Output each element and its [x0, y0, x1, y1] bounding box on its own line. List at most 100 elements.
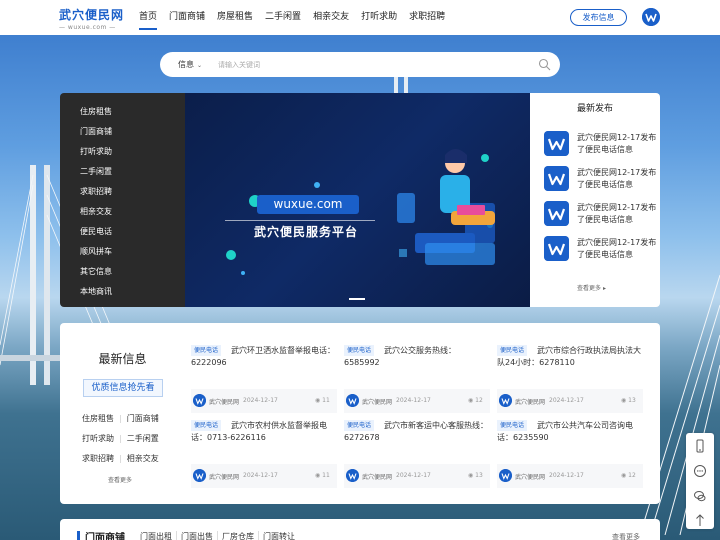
source-avatar-icon	[346, 394, 359, 407]
latest-more-label: 查看更多	[577, 285, 602, 292]
nav-jobs[interactable]: 求职招聘	[403, 0, 451, 35]
category-item[interactable]: 打听求助	[60, 144, 185, 164]
info-card-footer: 武穴便民网 2024-12-17 ◉ 11	[191, 464, 337, 488]
site-logo-icon	[544, 166, 569, 191]
latest-more-link[interactable]: 查看更多 ▸	[577, 283, 606, 292]
eye-icon: ◉	[621, 397, 627, 404]
view-count-value: 12	[628, 472, 636, 479]
banner-divider	[225, 220, 375, 221]
search-category-select[interactable]: 信息 ⌄	[178, 52, 202, 78]
latest-post-item[interactable]: 武穴便民网12-17发布了便民电话信息	[544, 131, 656, 157]
source-avatar-icon	[499, 394, 512, 407]
info-more-link[interactable]: 查看更多	[108, 475, 132, 484]
nav-inquiry[interactable]: 打听求助	[355, 0, 403, 35]
view-count: ◉ 11	[315, 397, 330, 404]
info-card-date: 2024-12-17	[243, 397, 278, 404]
info-link-row: 打听求助 | 二手闲置	[82, 433, 172, 453]
eye-icon: ◉	[315, 472, 321, 479]
category-item[interactable]: 便民电话	[60, 224, 185, 244]
nav-secondhand[interactable]: 二手闲置	[259, 0, 307, 35]
info-card[interactable]: 武穴市公共汽车公司咨询电话：6235590 便民电话 武穴便民网 2024-12…	[497, 420, 643, 493]
section-title: 门面商铺	[85, 533, 125, 540]
main-nav: 首页 门面商铺 房屋租售 二手闲置 相亲交友 打听求助 求职招聘	[133, 0, 451, 35]
view-count: ◉ 13	[468, 472, 483, 479]
category-item[interactable]: 住房租售	[60, 104, 185, 124]
section-tabs: 门面出租 门面出售 厂房仓库 门面转让	[136, 531, 299, 540]
nav-shops[interactable]: 门面商铺	[163, 0, 211, 35]
view-count: ◉ 12	[621, 472, 636, 479]
section-tab[interactable]: 厂房仓库	[217, 531, 258, 540]
view-count-value: 11	[322, 397, 330, 404]
source-avatar-icon	[193, 469, 206, 482]
view-count-value: 11	[322, 472, 330, 479]
chat-icon[interactable]	[693, 464, 707, 478]
info-link[interactable]: 求职招聘	[82, 453, 114, 465]
info-card-footer: 武穴便民网 2024-12-17 ◉ 12	[497, 464, 643, 488]
chevron-down-icon: ⌄	[197, 62, 203, 69]
view-count: ◉ 13	[621, 397, 636, 404]
latest-info-panel: 最新信息 优质信息抢先看 住房租售 | 门面商铺 打听求助 | 二手闲置 求职招聘 | 相亲…	[60, 323, 660, 504]
user-avatar-icon[interactable]	[642, 8, 660, 26]
info-card-date: 2024-12-17	[549, 472, 584, 479]
view-count: ◉ 11	[315, 472, 330, 479]
info-link[interactable]: 打听求助	[82, 433, 114, 445]
latest-post-item[interactable]: 武穴便民网12-17发布了便民电话信息	[544, 236, 656, 262]
publish-button[interactable]: 发布信息	[570, 9, 627, 26]
source-avatar-icon	[193, 394, 206, 407]
category-item[interactable]: 本地商讯	[60, 284, 185, 304]
carousel-indicator[interactable]	[349, 298, 365, 300]
category-item[interactable]: 门面商铺	[60, 124, 185, 144]
info-card-footer: 武穴便民网 2024-12-17 ◉ 12	[344, 389, 490, 413]
site-logo[interactable]: 武穴便民网 — wuxue.com —	[59, 6, 125, 31]
category-item[interactable]: 其它信息	[60, 264, 185, 284]
info-card-tag: 便民电话	[497, 420, 528, 431]
info-card-source: 武穴便民网	[515, 474, 546, 481]
nav-home[interactable]: 首页	[133, 0, 163, 35]
info-card[interactable]: 武穴市综合行政执法局执法大队24小时：6278110 便民电话 武穴便民网 20…	[497, 345, 643, 418]
promo-button[interactable]: 优质信息抢先看	[83, 379, 163, 397]
info-card-source: 武穴便民网	[362, 474, 393, 481]
info-card-date: 2024-12-17	[396, 472, 431, 479]
phone-icon[interactable]	[693, 439, 707, 453]
top-header: 武穴便民网 — wuxue.com — 首页 门面商铺 房屋租售 二手闲置 相亲…	[0, 0, 720, 35]
section-tab[interactable]: 门面出售	[176, 531, 217, 540]
nav-dating[interactable]: 相亲交友	[307, 0, 355, 35]
info-card-tag: 便民电话	[191, 420, 222, 431]
info-card-date: 2024-12-17	[243, 472, 278, 479]
eye-icon: ◉	[621, 472, 627, 479]
latest-posts-title: 最新发布	[576, 104, 613, 114]
info-link[interactable]: 门面商铺	[127, 413, 159, 425]
info-card-tag: 便民电话	[344, 345, 375, 356]
info-card[interactable]: 武穴市农村供水监督举报电话：0713-6226116 便民电话 武穴便民网 20…	[191, 420, 337, 493]
search-icon[interactable]	[538, 58, 551, 71]
latest-post-item[interactable]: 武穴便民网12-17发布了便民电话信息	[544, 166, 656, 192]
search-category-label: 信息	[178, 60, 194, 69]
section-tab[interactable]: 门面转让	[258, 531, 299, 540]
search-input[interactable]	[218, 57, 518, 72]
info-link[interactable]: 二手闲置	[127, 433, 159, 445]
hero-banner[interactable]: wuxue.com 武穴便民服务平台	[185, 93, 530, 307]
info-card[interactable]: 武穴公交服务热线：6585992 便民电话 武穴便民网 2024-12-17 ◉…	[344, 345, 490, 418]
category-item[interactable]: 求职招聘	[60, 184, 185, 204]
wechat-icon[interactable]	[693, 489, 707, 503]
info-link[interactable]: 相亲交友	[127, 453, 159, 465]
site-logo-icon	[544, 131, 569, 156]
info-link[interactable]: 住房租售	[82, 413, 114, 425]
view-count: ◉ 12	[468, 397, 483, 404]
back-to-top-icon[interactable]	[693, 513, 707, 527]
section-tab[interactable]: 门面出租	[136, 531, 176, 540]
info-card-date: 2024-12-17	[549, 397, 584, 404]
info-card[interactable]: 武穴环卫洒水监督举报电话：6222096 便民电话 武穴便民网 2024-12-…	[191, 345, 337, 418]
info-card[interactable]: 武穴市新客运中心客服热线：6272678 便民电话 武穴便民网 2024-12-…	[344, 420, 490, 493]
eye-icon: ◉	[468, 397, 474, 404]
nav-housing[interactable]: 房屋租售	[211, 0, 259, 35]
category-item[interactable]: 相亲交友	[60, 204, 185, 224]
source-avatar-icon	[346, 469, 359, 482]
section-more-link[interactable]: 查看更多	[612, 532, 640, 540]
latest-post-text: 武穴便民网12-17发布了便民电话信息	[577, 203, 657, 224]
latest-post-item[interactable]: 武穴便民网12-17发布了便民电话信息	[544, 201, 657, 227]
category-item[interactable]: 二手闲置	[60, 164, 185, 184]
info-card-footer: 武穴便民网 2024-12-17 ◉ 13	[497, 389, 643, 413]
category-item[interactable]: 顺风拼车	[60, 244, 185, 264]
floating-toolbar	[686, 433, 714, 529]
